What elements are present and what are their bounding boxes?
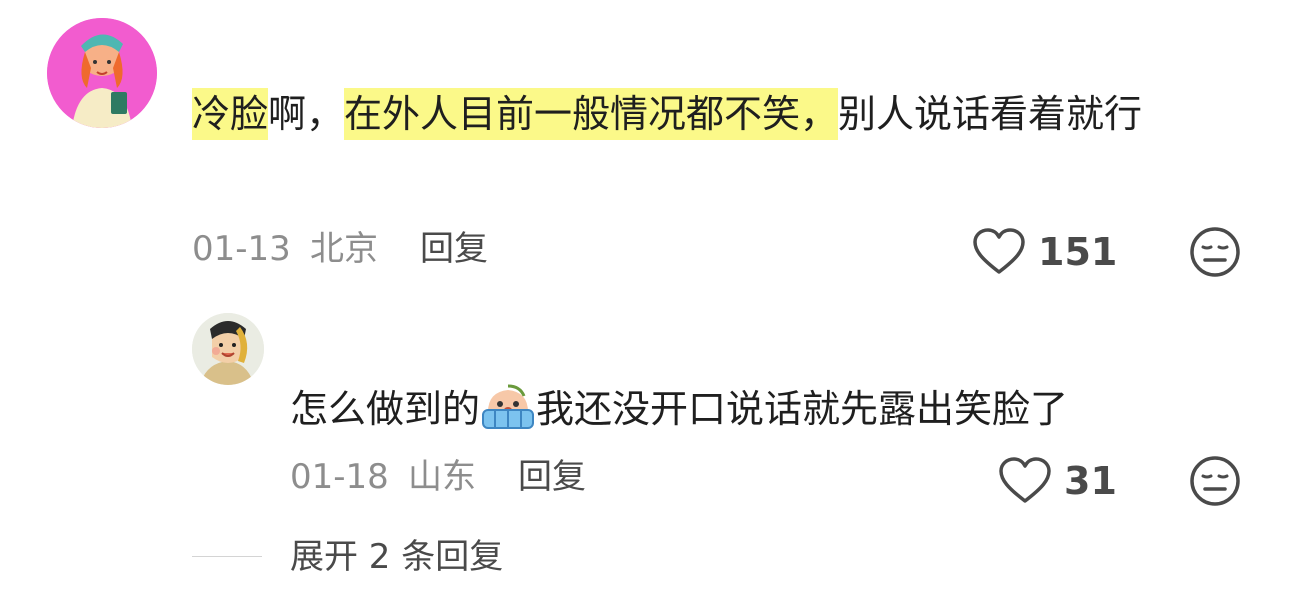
comment-text-segment: 别人说话看着就行 [838, 92, 1143, 136]
crying-face-emoji [482, 384, 535, 429]
dislike-face-icon [1190, 227, 1240, 277]
avatar-user-1[interactable] [47, 18, 157, 128]
highlighted-text: 在外人目前一般情况都不笑， [344, 88, 839, 140]
comment-location-1: 北京 [310, 229, 378, 269]
comment-text-segment: 啊， [268, 92, 345, 136]
dislike-face-icon [1190, 456, 1240, 506]
highlighted-text: 冷脸 [192, 88, 269, 140]
dislike-button-2[interactable] [1189, 455, 1241, 511]
heart-icon [973, 228, 1025, 274]
comment-text-2: 怎么做到的 我还没开口说话就先露出笑脸了 [290, 377, 1190, 441]
comment-text-segment: 怎么做到的 [290, 387, 481, 431]
avatar-illustration [47, 18, 157, 128]
comment-location-2: 山东 [408, 457, 476, 497]
reply-button-2[interactable]: 回复 [518, 457, 586, 497]
expand-divider [192, 556, 262, 557]
heart-icon [999, 457, 1051, 503]
comment-date-2: 01-18 [290, 457, 389, 497]
comment-text-1: 冷脸啊，在外人目前一般情况都不笑，别人说话看着就行 [192, 82, 1242, 146]
expand-replies-button[interactable]: 展开 2 条回复 [290, 537, 503, 577]
like-count-1: 151 [1038, 230, 1118, 274]
reply-button-1[interactable]: 回复 [420, 229, 488, 269]
comment-date-1: 01-13 [192, 229, 291, 269]
like-button-2[interactable]: 31 [998, 457, 1117, 505]
avatar-photo [192, 313, 264, 385]
like-button-1[interactable]: 151 [972, 228, 1117, 276]
like-count-2: 31 [1064, 459, 1117, 503]
avatar-user-2[interactable] [192, 313, 264, 385]
comment-text-segment: 我还没开口说话就先露出笑脸了 [536, 387, 1069, 431]
dislike-button-1[interactable] [1189, 226, 1241, 282]
